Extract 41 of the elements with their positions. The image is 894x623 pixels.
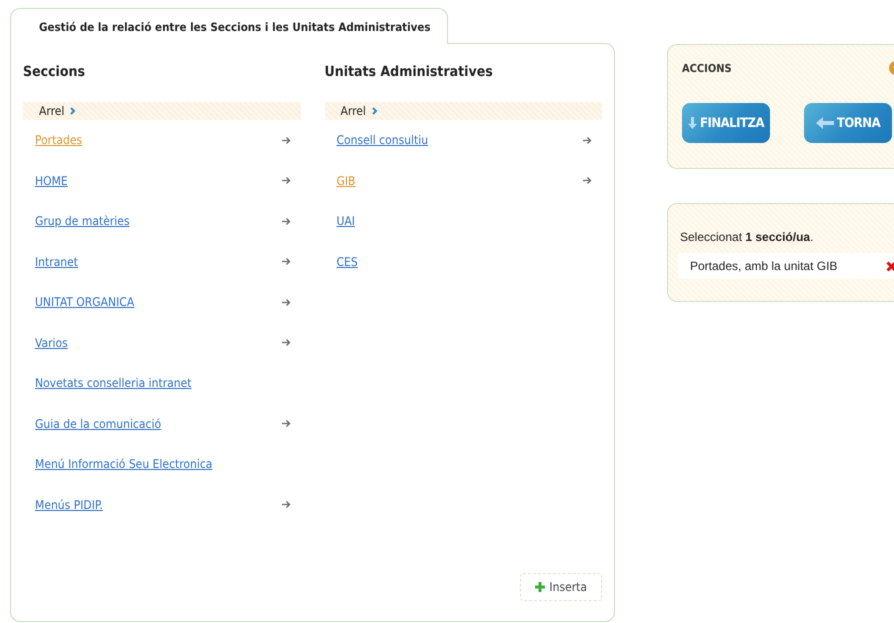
- insert-button[interactable]: Inserta: [520, 573, 602, 601]
- tab[interactable]: Gestió de la relació entre les Seccions i les Unitats Administratives: [10, 8, 448, 44]
- column-heading: Unitats Administratives: [324, 63, 494, 82]
- arrow-right-icon[interactable]: [282, 419, 290, 428]
- plus-icon: [535, 582, 546, 592]
- selection-summary: Seleccionat 1 secció/ua.: [679, 229, 814, 246]
- list-link[interactable]: Varios: [35, 336, 68, 350]
- list-link[interactable]: Menús PIDIP.: [35, 498, 103, 512]
- arrow-right-icon[interactable]: [282, 136, 290, 145]
- list-link[interactable]: Portades: [35, 133, 82, 148]
- chevron-icon: [70, 107, 76, 115]
- list-link[interactable]: UNITAT ORGANICA: [35, 295, 134, 310]
- breadcrumb-link[interactable]: Arrel: [39, 104, 64, 118]
- arrow-right-icon[interactable]: [583, 136, 592, 145]
- arrow-left-icon: [816, 117, 834, 129]
- list-link[interactable]: Intranet: [35, 254, 78, 269]
- remove-icon[interactable]: [886, 260, 894, 272]
- arrow-right-icon[interactable]: [282, 500, 290, 510]
- selection-text: Portades, amb la unitat GIB: [690, 259, 838, 273]
- panel-title: ACCIONS: [682, 62, 732, 74]
- list-link[interactable]: GIB: [336, 174, 356, 188]
- list-link[interactable]: UAI: [336, 214, 355, 228]
- finish-button[interactable]: FINALITZA: [682, 103, 770, 143]
- arrow-right-icon[interactable]: [282, 176, 290, 186]
- arrow-right-icon[interactable]: [282, 257, 290, 266]
- arrow-right-icon[interactable]: [583, 176, 592, 186]
- arrow-down-icon: [688, 115, 697, 131]
- list-link[interactable]: Menú Informació Seu Electronica: [35, 457, 212, 472]
- list-link[interactable]: Consell consultiu: [336, 133, 428, 148]
- list-link[interactable]: CES: [336, 254, 358, 269]
- list-link[interactable]: HOME: [35, 174, 68, 188]
- list-link[interactable]: Guia de la comunicació: [35, 416, 162, 431]
- column-heading: Seccions: [23, 63, 86, 82]
- arrow-right-icon[interactable]: [282, 216, 290, 226]
- arrow-right-icon[interactable]: [282, 298, 290, 307]
- list-link[interactable]: Novetats conselleria intranet: [35, 376, 192, 390]
- chevron-icon: [372, 107, 378, 115]
- back-button[interactable]: TORNA: [804, 103, 892, 143]
- arrow-right-icon[interactable]: [282, 338, 290, 348]
- breadcrumb-link[interactable]: Arrel: [340, 104, 366, 118]
- list-link[interactable]: Grup de matèries: [35, 214, 130, 228]
